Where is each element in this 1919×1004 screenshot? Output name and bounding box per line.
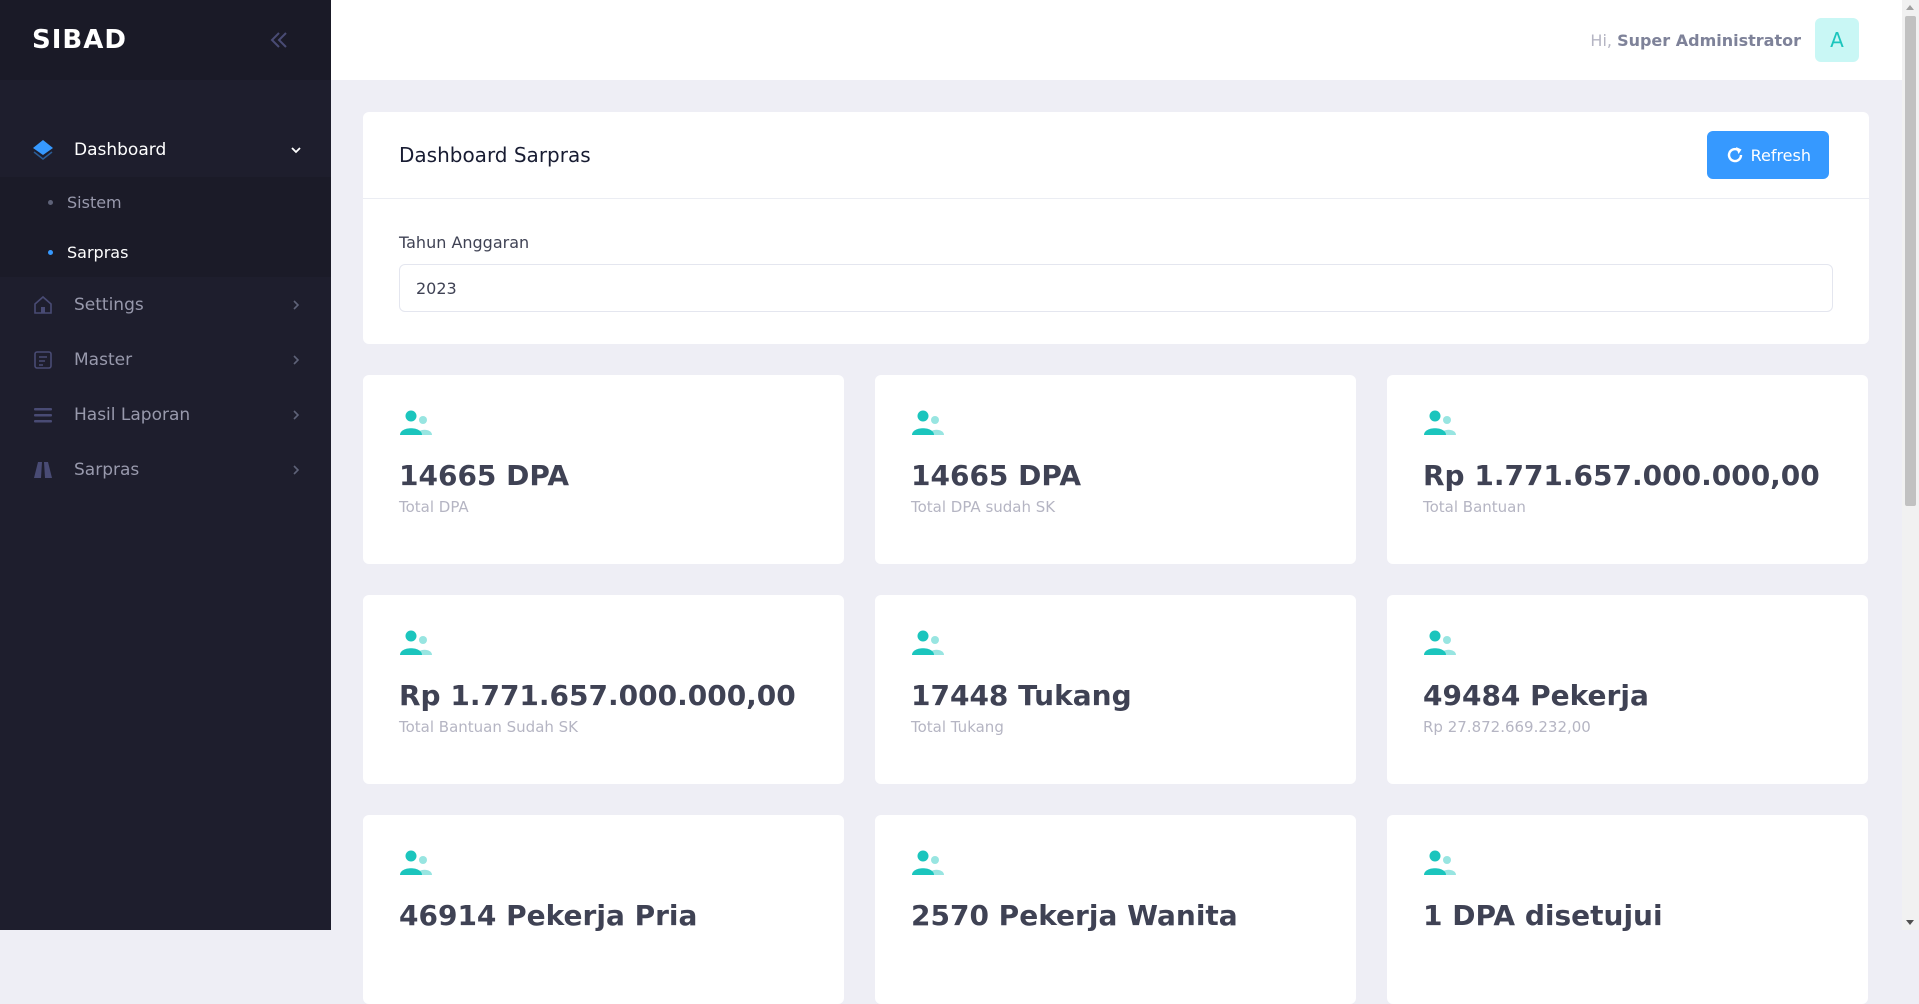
refresh-label: Refresh	[1750, 145, 1811, 165]
users-icon	[400, 630, 432, 655]
layers-icon	[30, 137, 56, 163]
stat-card: 2570 Pekerja Wanita	[875, 815, 1356, 1004]
scroll-up-arrow-icon[interactable]	[1906, 5, 1914, 10]
stat-card: 46914 Pekerja Pria	[363, 815, 844, 1004]
stat-label: Total Bantuan Sudah SK	[399, 718, 579, 736]
chevron-down-icon	[289, 143, 303, 157]
page-title: Dashboard Sarpras	[399, 143, 591, 167]
chevron-right-icon	[289, 298, 303, 312]
sidebar-subitem-label: Sistem	[67, 192, 122, 212]
scroll-down-arrow-icon[interactable]	[1906, 920, 1914, 925]
stat-value: 1 DPA disetujui	[1423, 899, 1663, 932]
stat-value: Rp 1.771.657.000.000,00	[1423, 459, 1820, 492]
sidebar-item-label: Master	[74, 349, 133, 370]
stat-card: Rp 1.771.657.000.000,00 Total Bantuan	[1387, 375, 1868, 564]
clipboard-icon	[30, 347, 56, 373]
stat-value: 14665 DPA	[399, 459, 570, 492]
chevron-right-icon	[289, 353, 303, 367]
stat-value: 46914 Pekerja Pria	[399, 899, 698, 932]
user-name: Super Administrator	[1617, 30, 1801, 50]
stat-card: 49484 Pekerja Rp 27.872.669.232,00	[1387, 595, 1868, 784]
brand-logo: SIBAD	[32, 25, 127, 55]
page-scrollbar[interactable]	[1902, 0, 1919, 930]
sidebar-subitem-sistem[interactable]: Sistem	[0, 177, 331, 227]
stat-label: Total DPA sudah SK	[911, 498, 1056, 516]
sidebar-item-hasil-laporan[interactable]: Hasil Laporan	[0, 387, 331, 442]
sidebar: SIBAD Dashboard Sistem Sarpras Settings …	[0, 0, 331, 930]
sidebar-subitem-label: Sarpras	[67, 242, 129, 262]
stat-value: Rp 1.771.657.000.000,00	[399, 679, 796, 712]
collapse-sidebar-icon[interactable]	[267, 28, 291, 52]
panel-header: Dashboard Sarpras Refresh	[363, 112, 1869, 199]
year-select[interactable]: 2023	[399, 264, 1833, 312]
stat-card: 1 DPA disetujui	[1387, 815, 1868, 1004]
stat-label: Rp 27.872.669.232,00	[1423, 718, 1591, 736]
top-header: Hi, Super Administrator A	[331, 0, 1919, 80]
sidebar-menu: Dashboard Sistem Sarpras Settings Master…	[0, 80, 331, 497]
stats-grid: 14665 DPA Total DPA 14665 DPA Total DPA …	[363, 375, 1869, 1004]
avatar[interactable]: A	[1815, 18, 1859, 62]
stat-card: Rp 1.771.657.000.000,00 Total Bantuan Su…	[363, 595, 844, 784]
stat-card: 14665 DPA Total DPA	[363, 375, 844, 564]
stat-value: 49484 Pekerja	[1423, 679, 1649, 712]
stat-value: 2570 Pekerja Wanita	[911, 899, 1238, 932]
sidebar-item-label: Dashboard	[74, 139, 167, 160]
stat-value: 17448 Tukang	[911, 679, 1132, 712]
users-icon	[400, 850, 432, 875]
dashboard-panel: Dashboard Sarpras Refresh Tahun Anggaran…	[363, 112, 1869, 344]
list-icon	[30, 402, 56, 428]
brand-bar: SIBAD	[0, 0, 331, 80]
chevron-right-icon	[289, 463, 303, 477]
sidebar-item-label: Settings	[74, 294, 144, 315]
bullet-icon	[48, 249, 53, 255]
sidebar-item-label: Hasil Laporan	[74, 404, 191, 425]
users-icon	[912, 850, 944, 875]
road-icon	[30, 457, 56, 483]
chevron-right-icon	[289, 408, 303, 422]
scrollbar-thumb[interactable]	[1905, 16, 1916, 506]
sidebar-item-master[interactable]: Master	[0, 332, 331, 387]
users-icon	[400, 410, 432, 435]
year-label: Tahun Anggaran	[399, 233, 530, 252]
bullet-icon	[48, 199, 53, 205]
refresh-button[interactable]: Refresh	[1706, 131, 1829, 179]
stat-label: Total DPA	[399, 498, 469, 516]
panel-body: Tahun Anggaran 2023	[363, 199, 1869, 344]
sidebar-item-settings[interactable]: Settings	[0, 277, 331, 332]
greeting-prefix: Hi,	[1590, 30, 1612, 50]
stat-label: Total Bantuan	[1423, 498, 1526, 516]
stat-value: 14665 DPA	[911, 459, 1082, 492]
stat-card: 14665 DPA Total DPA sudah SK	[875, 375, 1356, 564]
users-icon	[1424, 410, 1456, 435]
stat-label: Total Tukang	[911, 718, 1004, 736]
stat-card: 17448 Tukang Total Tukang	[875, 595, 1356, 784]
sidebar-item-sarpras[interactable]: Sarpras	[0, 442, 331, 497]
user-greeting[interactable]: Hi, Super Administrator	[1590, 31, 1801, 50]
users-icon	[912, 410, 944, 435]
sidebar-item-dashboard[interactable]: Dashboard	[0, 122, 331, 177]
users-icon	[1424, 850, 1456, 875]
users-icon	[912, 630, 944, 655]
users-icon	[1424, 630, 1456, 655]
refresh-icon	[1727, 147, 1742, 163]
sidebar-item-label: Sarpras	[74, 459, 140, 480]
home-icon	[30, 292, 56, 318]
sidebar-subitem-sarpras[interactable]: Sarpras	[0, 227, 331, 277]
main-content: Dashboard Sarpras Refresh Tahun Anggaran…	[363, 112, 1869, 1004]
